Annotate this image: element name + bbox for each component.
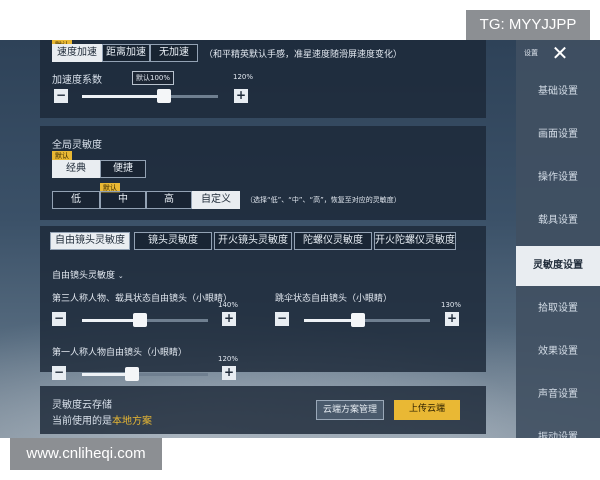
- parachute-value: 130%: [441, 301, 462, 309]
- sidebar-item-vibration[interactable]: 振动设置: [516, 418, 600, 438]
- level-high-button[interactable]: 高: [146, 191, 192, 209]
- sidebar-item-graphics[interactable]: 画面设置: [516, 115, 600, 155]
- sidebar-item-controls[interactable]: 操作设置: [516, 158, 600, 198]
- current-scheme-line: 当前使用的是本地方案: [52, 416, 152, 427]
- third-person-slider[interactable]: [82, 313, 208, 327]
- level-low-button[interactable]: 低: [52, 191, 100, 209]
- close-icon[interactable]: ✕: [546, 40, 574, 66]
- accel-coef-label: 加速度系数: [52, 75, 102, 86]
- first-person-value: 120%: [218, 355, 239, 363]
- sidebar-item-sound[interactable]: 声音设置: [516, 375, 600, 415]
- game-settings-screen: 默认 速度加速 距离加速 无加速 （和平精英默认手感，准星速度随滑屏速度变化） …: [0, 40, 600, 438]
- telegram-watermark: TG: MYYJJPP: [466, 10, 590, 40]
- third-person-label: 第三人称人物、载具状态自由镜头（小眼睛）: [52, 294, 233, 304]
- plus-icon[interactable]: +: [234, 89, 248, 103]
- sidebar-item-vehicle[interactable]: 载具设置: [516, 201, 600, 241]
- sidebar-item-sensitivity[interactable]: 灵敏度设置: [516, 246, 600, 286]
- level-mid-button[interactable]: 中: [100, 191, 146, 209]
- third-person-fill: [82, 319, 140, 322]
- level-custom-button[interactable]: 自定义: [192, 191, 240, 209]
- parachute-fill: [304, 319, 359, 322]
- sidebar-item-effects[interactable]: 效果设置: [516, 332, 600, 372]
- minus-icon[interactable]: −: [52, 312, 66, 326]
- accel-coef-value: 120%: [233, 73, 254, 81]
- minus-icon[interactable]: −: [54, 89, 68, 103]
- mode-note: （和平精英默认手感，准星速度随滑屏速度变化）: [204, 50, 403, 60]
- tab-free-camera[interactable]: 自由镜头灵敏度: [50, 232, 130, 250]
- sidebar-item-pickup[interactable]: 拾取设置: [516, 289, 600, 329]
- tab-gyroscope[interactable]: 陀螺仪灵敏度: [294, 232, 372, 250]
- tab-fire-gyroscope[interactable]: 开火陀螺仪灵敏度: [374, 232, 456, 250]
- mode-no-accel-button[interactable]: 无加速: [150, 44, 198, 62]
- third-person-handle[interactable]: [132, 313, 147, 327]
- third-person-value: 140%: [218, 301, 239, 309]
- first-person-slider[interactable]: [82, 367, 208, 381]
- cloud-scheme-manage-button[interactable]: 云端方案管理: [316, 400, 384, 420]
- plus-icon[interactable]: +: [222, 366, 236, 380]
- upload-cloud-button[interactable]: 上传云端: [394, 400, 460, 420]
- accel-coef-handle[interactable]: [156, 89, 171, 103]
- parachute-slider[interactable]: [304, 313, 430, 327]
- minus-icon[interactable]: −: [275, 312, 289, 326]
- accel-coef-fill: [82, 95, 164, 98]
- settings-sidebar: 设置 ✕ 基础设置 画面设置 操作设置 载具设置 灵敏度设置 拾取设置 效果设置…: [516, 40, 600, 438]
- style-classic-button[interactable]: 经典: [52, 160, 100, 178]
- plus-icon[interactable]: +: [445, 312, 459, 326]
- screenshot: TG: MYYJJPP 默认 速度加速 距离加速 无加速 （和平精英默认手感，准…: [0, 0, 600, 480]
- cloud-storage-title: 灵敏度云存储: [52, 400, 112, 411]
- accel-coef-tooltip: 默认100%: [132, 71, 175, 85]
- sidebar-item-basic[interactable]: 基础设置: [516, 72, 600, 112]
- sidebar-header-label: 设置: [524, 49, 538, 57]
- global-sensitivity-title: 全局灵敏度: [52, 140, 102, 151]
- accel-coef-slider[interactable]: [82, 89, 218, 103]
- website-watermark: www.cnliheqi.com: [10, 438, 162, 470]
- parachute-label: 跳伞状态自由镜头（小眼睛）: [275, 294, 393, 304]
- parachute-handle[interactable]: [351, 313, 366, 327]
- first-person-handle[interactable]: [125, 367, 140, 381]
- style-convenient-button[interactable]: 便捷: [100, 160, 146, 178]
- free-camera-title: 自由镜头灵敏度 ⌄: [52, 271, 124, 281]
- plus-icon[interactable]: +: [222, 312, 236, 326]
- tab-camera[interactable]: 镜头灵敏度: [134, 232, 212, 250]
- tab-fire-camera[interactable]: 开火镜头灵敏度: [214, 232, 292, 250]
- levels-note: （选择“低”、“中”、“高”，恢复至对应的灵敏度）: [246, 196, 401, 204]
- mode-speed-accel-button[interactable]: 速度加速: [52, 44, 102, 62]
- mode-distance-accel-button[interactable]: 距离加速: [102, 44, 150, 62]
- minus-icon[interactable]: −: [52, 366, 66, 380]
- first-person-label: 第一人称人物自由镜头（小眼睛）: [52, 348, 188, 358]
